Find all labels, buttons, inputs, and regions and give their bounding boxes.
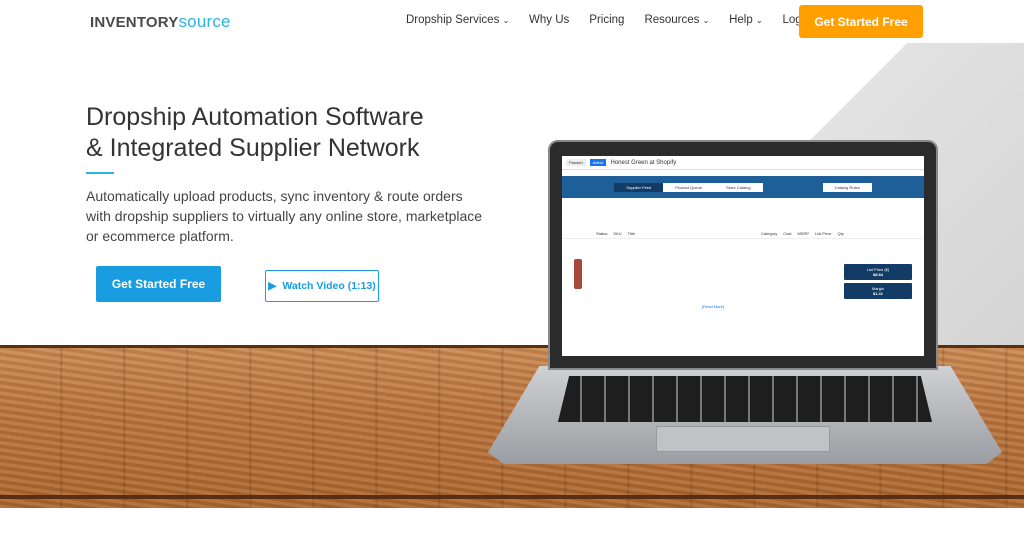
nav-dropship-services[interactable]: Dropship Services ⌄	[406, 14, 509, 26]
play-icon: ▶	[268, 280, 277, 292]
chevron-down-icon: ⌄	[755, 16, 763, 25]
watch-video-button[interactable]: ▶ Watch Video (1:13)	[265, 270, 379, 302]
nav-why-us[interactable]: Why Us	[529, 14, 569, 26]
logo[interactable]: INVENTORYsource	[90, 12, 231, 32]
title-divider	[86, 172, 114, 174]
nav-resources[interactable]: Resources ⌄	[644, 14, 709, 26]
hero-subtitle: Automatically upload products, sync inve…	[86, 188, 483, 244]
main-nav: Dropship Services ⌄ Why Us Pricing Resour…	[406, 14, 831, 26]
chevron-down-icon: ⌄	[502, 16, 510, 25]
nav-help[interactable]: Help ⌄	[729, 14, 762, 26]
get-started-button[interactable]: Get Started Free	[96, 266, 221, 302]
keyboard	[558, 376, 932, 422]
product-image	[574, 259, 582, 289]
laptop-image: Paused Active Honest Green at Shopify Supp…	[488, 140, 1002, 466]
get-started-header-button[interactable]: Get Started Free	[799, 5, 923, 38]
page-title: Dropship Automation Software & Integrated…	[86, 103, 424, 162]
trackpad	[656, 426, 830, 452]
chevron-down-icon: ⌄	[702, 16, 710, 25]
app-screenshot: Paused Active Honest Green at Shopify Supp…	[562, 156, 924, 356]
nav-pricing[interactable]: Pricing	[589, 14, 624, 26]
laptop-lid: Paused Active Honest Green at Shopify Supp…	[548, 140, 938, 370]
site-header: INVENTORYsource Dropship Services ⌄ Why U…	[0, 0, 1024, 43]
